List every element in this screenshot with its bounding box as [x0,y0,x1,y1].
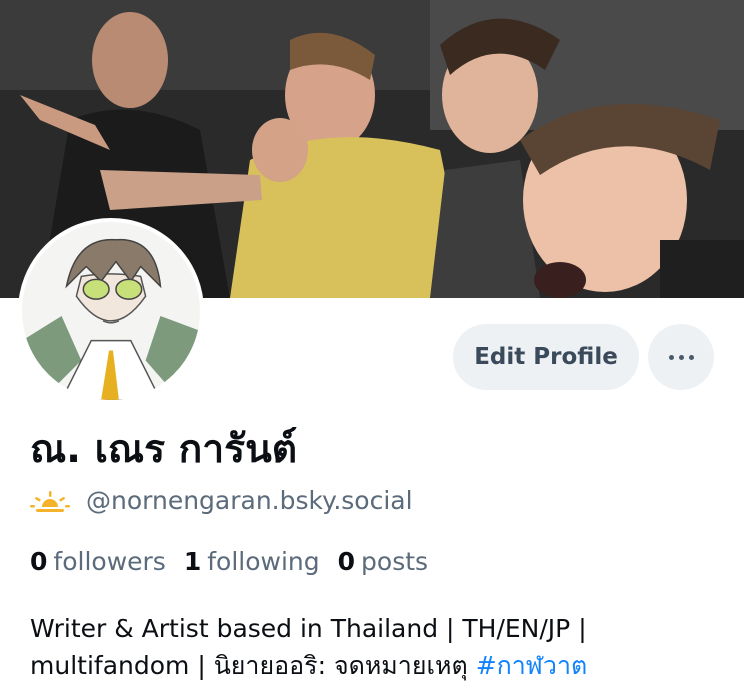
more-dots-icon [668,354,694,360]
profile-handle[interactable]: @nornengaran.bsky.social [86,486,413,515]
edit-profile-button[interactable]: Edit Profile [453,324,639,390]
sun-horizon-icon [30,490,70,512]
more-options-button[interactable] [648,324,714,390]
bio-hashtag-link[interactable]: #กาฬวาต [476,651,588,680]
profile-avatar[interactable] [18,218,204,404]
avatar-illustration [22,222,200,400]
display-name: ณ. เณร การันต์ [30,427,298,472]
followers-count: 0 [30,547,48,576]
profile-stats: 0 followers 1 following 0 posts [30,547,428,576]
bio-line-2: multifandom | นิยายออริ: จดหมายเหตุ [30,651,476,680]
following-stat[interactable]: 1 following [184,547,320,576]
posts-label: posts [361,547,429,576]
posts-count: 0 [337,547,356,576]
handle-row: @nornengaran.bsky.social [30,486,413,515]
profile-bio: Writer & Artist based in Thailand | TH/E… [30,610,730,684]
posts-stat: 0 posts [338,547,428,576]
followers-label: followers [53,547,166,576]
following-label: following [207,547,320,576]
bio-line-1: Writer & Artist based in Thailand | TH/E… [30,614,587,643]
followers-stat[interactable]: 0 followers [30,547,166,576]
following-count: 1 [183,547,202,576]
